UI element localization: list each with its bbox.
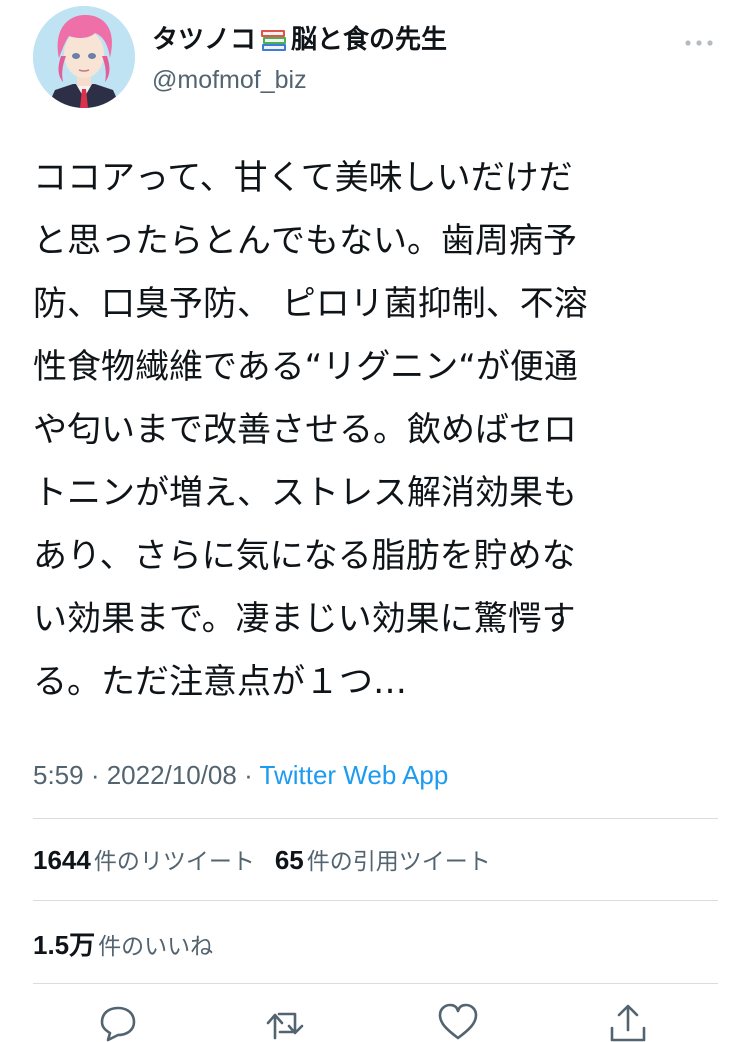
meta-separator: · bbox=[83, 760, 107, 790]
display-name-text-suffix: 脳と食の先生 bbox=[291, 25, 448, 55]
quotes-label: 件の引用ツイート bbox=[306, 849, 491, 875]
retweet-icon bbox=[266, 1012, 304, 1040]
avatar[interactable] bbox=[33, 6, 135, 108]
quotes-stat[interactable]: 65 件の引用ツイート bbox=[275, 842, 491, 876]
tweet-header: タツノコ 脳と食の先生 @mofmof_biz bbox=[33, 6, 723, 110]
likes-stat[interactable]: 1.5万 件のいいね bbox=[33, 922, 233, 964]
tweet-actions bbox=[0, 1002, 750, 1042]
display-name[interactable]: タツノコ 脳と食の先生 bbox=[152, 22, 447, 58]
retweets-count: 1644 bbox=[33, 845, 91, 875]
reply-icon bbox=[100, 1006, 136, 1042]
display-name-text: タツノコ bbox=[152, 25, 257, 55]
retweets-label: 件のリツイート bbox=[93, 849, 255, 875]
divider bbox=[33, 818, 718, 819]
likes-count: 1.5万 bbox=[33, 929, 96, 960]
tweet-date[interactable]: 2022/10/08 bbox=[107, 760, 237, 790]
divider bbox=[33, 900, 718, 901]
more-options-icon[interactable] bbox=[683, 34, 715, 46]
tweet-source-link[interactable]: Twitter Web App bbox=[260, 760, 449, 790]
heart-icon bbox=[438, 1003, 478, 1040]
likes-label: 件のいいね bbox=[98, 933, 214, 960]
books-icon bbox=[259, 25, 289, 55]
retweet-button[interactable] bbox=[265, 1002, 309, 1042]
tweet-text: ココアって、甘くて美味しいだけだ と思ったらとんでもない。歯周病予 防、口臭予防… bbox=[33, 158, 588, 702]
share-icon bbox=[610, 1004, 646, 1042]
like-button[interactable] bbox=[436, 1002, 480, 1042]
reply-button[interactable] bbox=[96, 1002, 140, 1042]
user-handle[interactable]: @mofmof_biz bbox=[152, 64, 307, 96]
tweet-meta: 5:59 · 2022/10/08 · Twitter Web App bbox=[33, 755, 448, 795]
quotes-count: 65 bbox=[274, 845, 304, 875]
tweet-time[interactable]: 5:59 bbox=[33, 760, 84, 790]
engagement-stats: 1644 件のリツイート 65 件の引用ツイート bbox=[33, 838, 511, 880]
retweets-stat[interactable]: 1644 件のリツイート bbox=[33, 842, 255, 876]
divider bbox=[33, 983, 718, 984]
share-button[interactable] bbox=[606, 1002, 650, 1042]
meta-separator: · bbox=[236, 760, 260, 790]
avatar-illustration bbox=[33, 6, 135, 108]
